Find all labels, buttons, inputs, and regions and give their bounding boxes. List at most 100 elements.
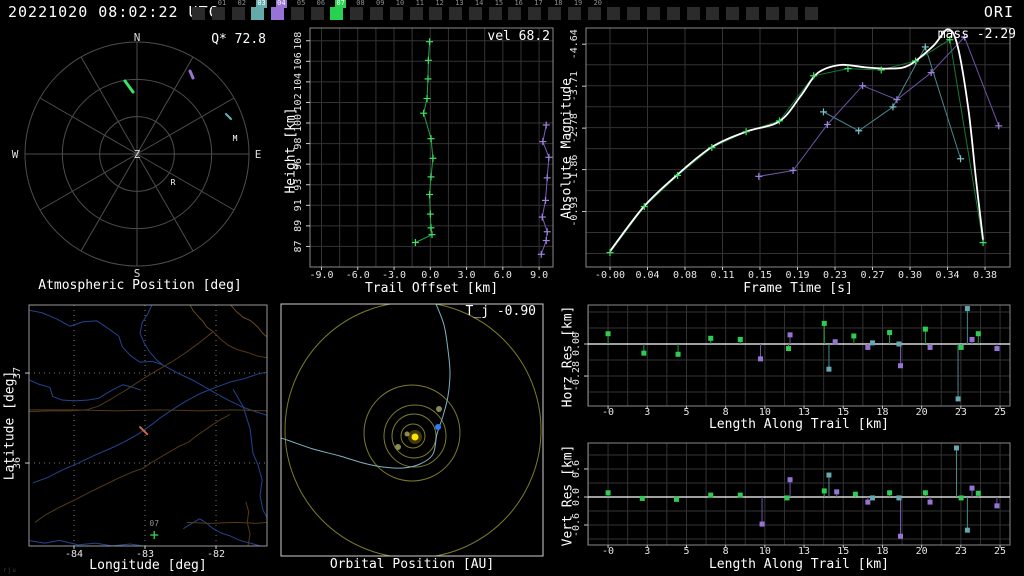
station-number: 20: [593, 0, 603, 7]
station-indicator-16[interactable]: 16: [507, 0, 527, 24]
svg-text:E: E: [255, 148, 262, 161]
station-square: [192, 7, 205, 20]
station-number: 13: [455, 0, 464, 7]
svg-text:-6.0: -6.0: [346, 270, 370, 281]
station-square: [666, 7, 680, 20]
orbit-caption: Orbital Position [AU]: [329, 557, 495, 572]
station-indicator-01[interactable]: 01: [211, 0, 231, 24]
station-square: [805, 7, 819, 20]
svg-text:15: 15: [837, 546, 849, 557]
velocity-annotation: vel 68.2: [487, 29, 550, 44]
station-indicator[interactable]: [626, 0, 646, 24]
station-number: 16: [514, 0, 523, 7]
station-square: [290, 7, 304, 20]
station-indicator-13[interactable]: 13: [448, 0, 468, 24]
svg-text:0.23: 0.23: [823, 270, 847, 281]
orbit-panel: T_j -0.90 Orbital Position [AU]: [280, 296, 544, 576]
station-indicator-10[interactable]: 10: [389, 0, 409, 24]
station-indicator-20[interactable]: 20: [587, 0, 607, 24]
atmospheric-position-chart: NSW EZMR: [12, 31, 262, 280]
station-number: 08: [356, 0, 365, 7]
station-indicator-09[interactable]: 09: [369, 0, 389, 24]
station-square: [211, 7, 225, 20]
station-number: 03: [256, 0, 267, 8]
svg-text:Z: Z: [134, 148, 141, 161]
svg-text:M: M: [233, 134, 238, 143]
station-square: [488, 7, 502, 20]
atmospheric-caption: Atmospheric Position [deg]: [38, 278, 242, 293]
station-indicator-08[interactable]: 08: [349, 0, 369, 24]
station-number: 12: [435, 0, 444, 7]
station-indicator-07[interactable]: 07: [329, 0, 349, 24]
svg-text:8: 8: [723, 546, 729, 557]
trail-offset-panel: -9.0 -6.0 -3.0 0.0 3.0 6.0 9.0 87 89 91 93 96 98 100 1…: [280, 24, 560, 296]
station-number: 10: [395, 0, 405, 7]
svg-text:9.0: 9.0: [530, 270, 548, 281]
station-square: [330, 7, 344, 20]
station-square: [646, 7, 660, 20]
svg-text:10: 10: [759, 546, 771, 557]
station-indicator-14[interactable]: 14: [468, 0, 488, 24]
station-indicator[interactable]: [804, 0, 824, 24]
magnitude-axis-label: Absolute Magnitude: [559, 78, 575, 219]
latitude-axis-label: Latitude [deg]: [2, 370, 18, 481]
svg-text:5: 5: [683, 546, 689, 557]
atmospheric-position-panel: NSWEZMR Q* 72.8 Atmospheric Position [de…: [0, 24, 280, 296]
svg-text:07: 07: [149, 519, 159, 528]
svg-text:-0.00: -0.00: [595, 270, 625, 281]
station-indicator[interactable]: [686, 0, 706, 24]
utc-timestamp: 20221020 08:02:22 UTC: [8, 3, 219, 21]
station-indicator-18[interactable]: 18: [547, 0, 567, 24]
station-number: 11: [415, 0, 425, 7]
height-axis-label: Height [km]: [283, 107, 299, 194]
station-indicator-06[interactable]: 06: [310, 0, 330, 24]
station-indicator-15[interactable]: 15: [488, 0, 508, 24]
station-indicator-04[interactable]: 04: [270, 0, 290, 24]
station-indicator[interactable]: [666, 0, 686, 24]
station-indicator-02[interactable]: 02: [231, 0, 251, 24]
svg-text:0.30: 0.30: [898, 270, 922, 281]
station-square: [271, 7, 285, 20]
station-square: [310, 7, 324, 20]
station-indicator-17[interactable]: 17: [527, 0, 547, 24]
station-square: [745, 7, 759, 20]
horizontal-residuals-chart: -0 3 5 8 10 13 15 18 20 23 250.00-0.28: [571, 304, 1011, 418]
station-indicator-12[interactable]: 12: [428, 0, 448, 24]
station-square: [607, 7, 621, 20]
station-indicator[interactable]: [745, 0, 765, 24]
station-indicator-03[interactable]: 03: [250, 0, 270, 24]
station-number: 09: [376, 0, 385, 7]
station-square: [726, 7, 740, 20]
station-indicator[interactable]: [606, 0, 626, 24]
station-square: [567, 7, 581, 20]
svg-text:-9.0: -9.0: [309, 270, 333, 281]
shower-code: ORI: [983, 3, 1014, 21]
station-indicator[interactable]: [705, 0, 725, 24]
station-indicator[interactable]: [765, 0, 785, 24]
station-number: 05: [296, 0, 306, 7]
station-indicator[interactable]: [646, 0, 666, 24]
light-curve-chart: -0.00 0.04 0.08 0.11 0.15 0.19 0.23 0.27 0.30 0.3…: [569, 27, 1011, 281]
station-indicator-11[interactable]: 11: [409, 0, 429, 24]
station-square: [686, 7, 700, 20]
station-indicator-19[interactable]: 19: [567, 0, 587, 24]
svg-text:0.27: 0.27: [860, 270, 884, 281]
station-number: 07: [335, 0, 346, 8]
station-square: [409, 7, 423, 20]
tisserand-annotation: T_j -0.90: [465, 304, 536, 319]
station-indicator[interactable]: [784, 0, 804, 24]
station-indicator[interactable]: [191, 0, 211, 24]
svg-text:R: R: [171, 178, 176, 187]
station-number: 17: [534, 0, 543, 7]
trail-offset-axis-label: Trail Offset [km]: [364, 281, 499, 296]
station-square: [785, 7, 799, 20]
station-indicator[interactable]: [725, 0, 745, 24]
meteor-analysis-screen: 20221020 08:02:22 UTC 01 02 03 04 05 06 07 08 09…: [0, 0, 1024, 576]
station-indicator-05[interactable]: 05: [290, 0, 310, 24]
vert-res-axis-label: Vert Res [km]: [560, 444, 576, 547]
svg-text:25: 25: [994, 546, 1006, 557]
horizontal-residuals-panel: -0 3 5 8 10 13 15 18 20 23 25 0.00 -0.28 Horz Res [k…: [560, 296, 1024, 436]
svg-text:0.38: 0.38: [973, 270, 997, 281]
station-square: [706, 7, 720, 20]
svg-text:23: 23: [955, 546, 967, 557]
